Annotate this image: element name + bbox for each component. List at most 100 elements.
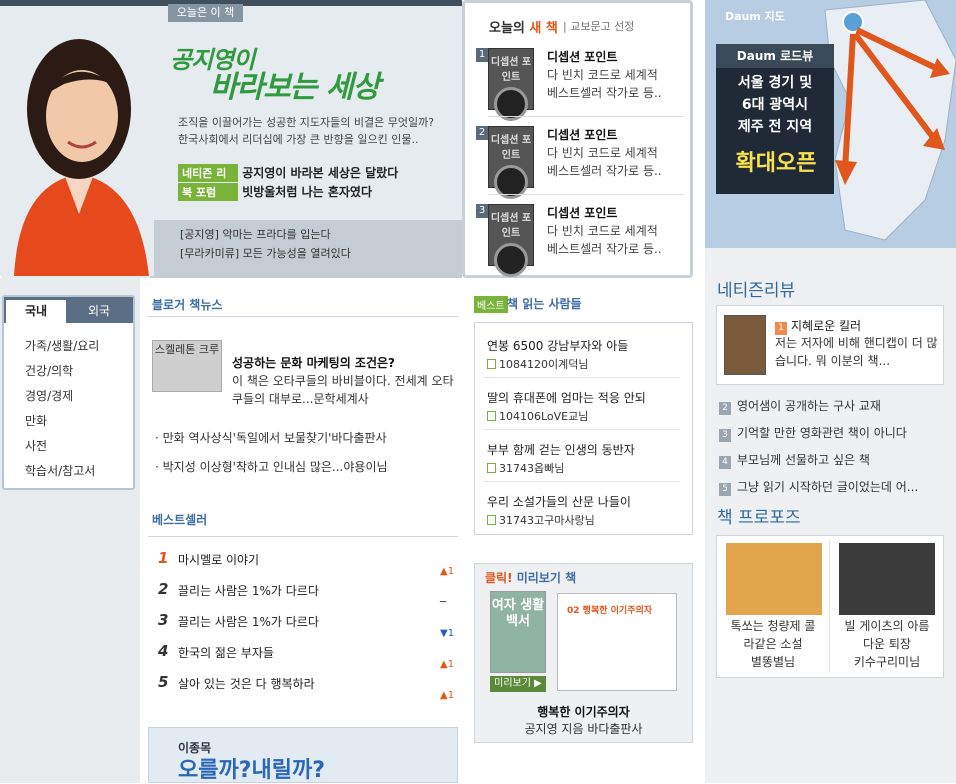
blog-news-thumbnail[interactable]: 스켈레톤 크루: [152, 340, 222, 392]
rank-change: ▲1: [440, 690, 455, 701]
rank-change: ▲1: [440, 659, 455, 670]
bestseller-name[interactable]: 한국의 젊은 부자들: [178, 644, 274, 661]
readers-title[interactable]: 책 읽는 사람들: [507, 295, 582, 312]
bestseller-row[interactable]: 2 끌리는 사람은 1%가 다르다 ─: [152, 580, 462, 608]
reader-user-name[interactable]: 31743옵빠님: [499, 462, 564, 475]
reader-user[interactable]: 1084120이계덕님: [487, 356, 588, 372]
proposal-caption[interactable]: 톡쏘는 청량제 콜 라같은 소설 별똥별님: [719, 617, 827, 671]
daum-map-logo[interactable]: Daum 지도: [725, 8, 785, 24]
tab-domestic[interactable]: 국내: [6, 300, 66, 323]
bestseller-row[interactable]: 4 한국의 젊은 부자들 ▲1: [152, 642, 462, 670]
preview-book-title[interactable]: 행복한 이기주의자: [474, 703, 693, 720]
category-item[interactable]: 만화: [25, 412, 47, 429]
caption-line[interactable]: 라같은 소설: [719, 635, 827, 653]
category-item[interactable]: 경영/경제: [25, 387, 73, 404]
review-top-name[interactable]: 지혜로운 킬러: [791, 319, 861, 333]
reader-user-name[interactable]: 104106LoVE교님: [499, 410, 588, 423]
netizen-review-title[interactable]: 네티즌리뷰: [717, 276, 795, 301]
review-item-text[interactable]: 영어샘이 공개하는 구사 교재: [737, 399, 881, 413]
review-item-text[interactable]: 그냥 읽기 시작하던 글이었는데 어...: [737, 480, 918, 494]
review-book-cover[interactable]: [724, 315, 766, 375]
proposal-image[interactable]: [726, 543, 822, 615]
category-item[interactable]: 사전: [25, 437, 47, 454]
rank-number: 4: [158, 642, 169, 660]
blog-news-headline[interactable]: 성공하는 문화 마케팅의 조건은?: [232, 354, 395, 371]
rank-badge: 1: [476, 48, 488, 62]
bestseller-row[interactable]: 5 살아 있는 것은 다 행복하라 ▲1: [152, 673, 462, 701]
rank-badge: 5: [719, 483, 731, 496]
preview-book-cover[interactable]: 여자 생활 백서: [490, 591, 546, 673]
blog-news-title[interactable]: 블로거 책뉴스: [152, 296, 222, 313]
bestseller-name[interactable]: 살아 있는 것은 다 행복하라: [178, 675, 315, 692]
book-cover[interactable]: 디셉션 포인트: [488, 126, 534, 199]
hero-related-link[interactable]: [무라카미류] 모든 가능성을 열려있다: [180, 245, 351, 261]
hero-link-text[interactable]: 공지영이 바라본 세상은 달랐다: [242, 166, 398, 180]
review-item-text[interactable]: 기억할 만한 영화관련 책이 아니다: [737, 426, 907, 440]
reader-post-title[interactable]: 부부 함께 걷는 인생의 동반자: [487, 441, 635, 458]
blog-news-link[interactable]: · 박지성 이상형'착하고 인내심 많은...야용이님: [155, 458, 388, 475]
caption-line[interactable]: 빌 게이츠의 아름: [832, 617, 942, 635]
new-book-item[interactable]: 1 디셉션 포인트 디셉션 포인트 다 빈치 코드로 세계적 베스트셀러 작가로 …: [474, 48, 684, 126]
hero-link-book-forum[interactable]: 북 포럼 빗방울처럼 나는 혼자였다: [178, 183, 372, 201]
hero-description: 조직을 이끌어가는 성공한 지도자들의 비결은 무엇일까? 한국사회에서 리더십…: [178, 114, 448, 148]
new-book-item[interactable]: 2 디셉션 포인트 디셉션 포인트 다 빈치 코드로 세계적 베스트셀러 작가로 …: [474, 126, 684, 204]
caption-author[interactable]: 키수구리미님: [832, 653, 942, 671]
rank-number: 2: [158, 580, 169, 598]
reader-post-title[interactable]: 딸의 휴대폰에 엄마는 적응 안되: [487, 389, 646, 406]
new-books-title: 오늘의 새 책: [489, 17, 558, 36]
review-list-item[interactable]: 5 그냥 읽기 시작하던 글이었는데 어...: [719, 478, 918, 496]
review-item-text[interactable]: 부모님께 선물하고 싶은 책: [737, 453, 870, 467]
hero-link-text[interactable]: 빗방울처럼 나는 혼자였다: [242, 185, 372, 199]
bestseller-row[interactable]: 1 마시멜로 이야기 ▲1: [152, 549, 462, 577]
bestseller-row[interactable]: 3 끌리는 사람은 1%가 다르다 ▼1: [152, 611, 462, 639]
hero-headline-line2[interactable]: 바라보는 세상: [210, 62, 380, 106]
hero-link-netizen-review[interactable]: 네티즌 리 공지영이 바라본 세상은 달랐다: [178, 164, 398, 182]
rank-change: ▲1: [440, 566, 455, 577]
review-list-item[interactable]: 4 부모님께 선물하고 싶은 책: [719, 451, 870, 469]
divider: [484, 429, 680, 430]
category-item[interactable]: 학습서/참고서: [25, 462, 95, 479]
preview-page-heading: 02 행복한 이기주의자: [567, 606, 653, 616]
book-title[interactable]: 디셉션 포인트: [547, 204, 617, 221]
preview-title[interactable]: 클릭! 미리보기 책: [485, 569, 576, 586]
blog-news-link[interactable]: · 만화 역사상식'독일에서 보물찾기'바다출판사: [155, 429, 387, 446]
reader-user[interactable]: 104106LoVE교님: [487, 408, 588, 424]
bestseller-title[interactable]: 베스트셀러: [152, 511, 207, 528]
book-title[interactable]: 디셉션 포인트: [547, 126, 617, 143]
category-item[interactable]: 가족/생활/요리: [25, 337, 99, 354]
book-title[interactable]: 디셉션 포인트: [547, 48, 617, 65]
document-icon: [487, 411, 496, 421]
caption-author[interactable]: 별똥별님: [719, 653, 827, 671]
book-proposal-title[interactable]: 책 프로포즈: [717, 503, 801, 528]
review-list-item[interactable]: 3 기억할 만한 영화관련 책이 아니다: [719, 424, 907, 442]
divider: [484, 481, 680, 482]
proposal-image[interactable]: [839, 543, 935, 615]
caption-line[interactable]: 다운 퇴장: [832, 635, 942, 653]
blog-news-description: 이 책은 오타쿠들의 바비블이다. 전세계 오타쿠들의 대부로...문학세계사: [232, 374, 454, 406]
tab-foreign[interactable]: 외국: [68, 300, 130, 323]
desc-line: 베스트셀러 작가로 등..: [547, 86, 662, 100]
book-cover[interactable]: 디셉션 포인트: [488, 48, 534, 121]
proposal-caption[interactable]: 빌 게이츠의 아름 다운 퇴장 키수구리미님: [832, 617, 942, 671]
book-cover[interactable]: 디셉션 포인트: [488, 204, 534, 277]
reader-user-name[interactable]: 1084120이계덕님: [499, 358, 588, 371]
review-top-title[interactable]: 1 지혜로운 킬러: [775, 317, 861, 335]
review-list-item[interactable]: 2 영어샘이 공개하는 구사 교재: [719, 397, 881, 415]
reader-user[interactable]: 31743옵빠님: [487, 460, 564, 476]
reader-user-name[interactable]: 31743고구마사랑님: [499, 514, 595, 527]
bestseller-name[interactable]: 끌리는 사람은 1%가 다르다: [178, 613, 319, 630]
preview-title-accent: 클릭!: [485, 571, 513, 585]
book-description: 다 빈치 코드로 세계적 베스트셀러 작가로 등..: [547, 222, 682, 258]
reader-post-title[interactable]: 우리 소설가들의 산문 나들이: [487, 493, 631, 510]
new-book-item[interactable]: 3 디셉션 포인트 디셉션 포인트 다 빈치 코드로 세계적 베스트셀러 작가로 …: [474, 204, 684, 282]
author-portrait[interactable]: [4, 14, 154, 276]
bestseller-name[interactable]: 끌리는 사람은 1%가 다르다: [178, 582, 319, 599]
hero-related-link[interactable]: [공지영] 악마는 프라다를 입는다: [180, 226, 331, 242]
bestseller-name[interactable]: 마시멜로 이야기: [178, 551, 259, 568]
category-item[interactable]: 건강/의학: [25, 362, 73, 379]
caption-line[interactable]: 톡쏘는 청량제 콜: [719, 617, 827, 635]
preview-button[interactable]: 미리보기 ▶: [490, 676, 546, 692]
reader-user[interactable]: 31743고구마사랑님: [487, 512, 595, 528]
reader-post-title[interactable]: 연봉 6500 강남부자와 아들: [487, 337, 628, 354]
ad-line: 제주 전 지역: [737, 119, 813, 135]
